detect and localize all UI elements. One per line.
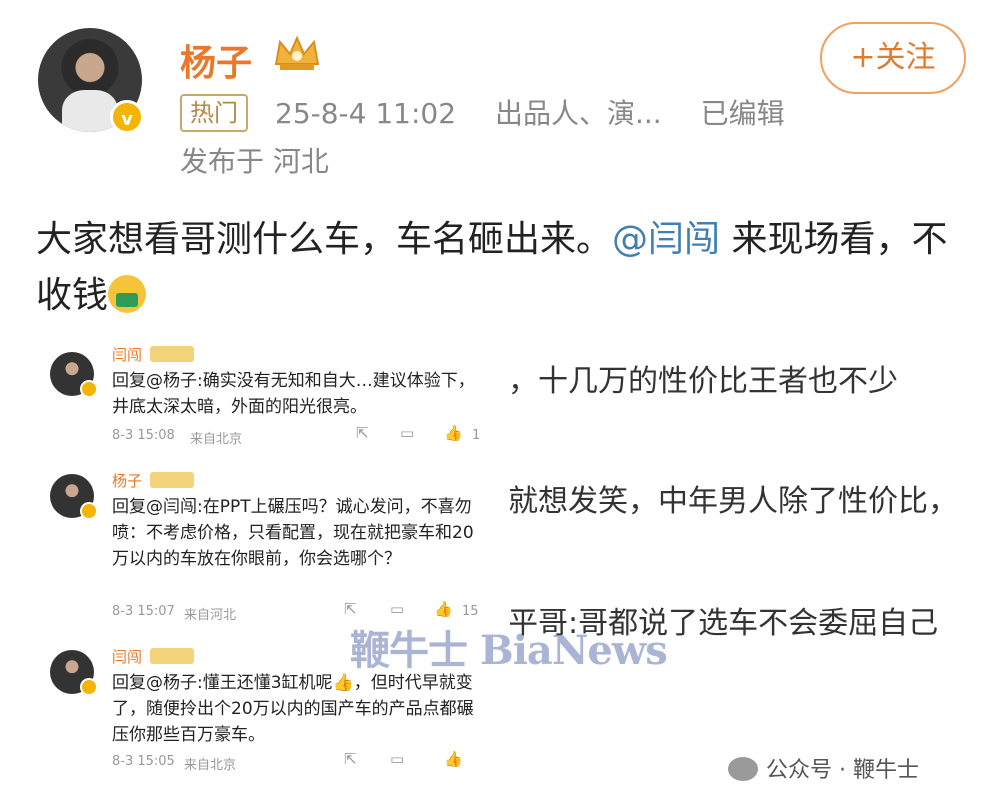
background-comment-line: 就想发笑，中年男人除了性价比， xyxy=(508,484,958,519)
comment-reply-icon[interactable]: ▭ xyxy=(400,424,414,442)
share-icon[interactable]: ⇱ xyxy=(356,424,369,442)
wechat-icon xyxy=(728,757,758,781)
share-icon[interactable]: ⇱ xyxy=(344,750,357,768)
verified-badge-icon xyxy=(80,678,98,696)
hot-tag-badge: 热门 xyxy=(180,94,248,132)
like-count: 1 xyxy=(472,428,481,443)
comment-time: 8-3 15:05 xyxy=(112,754,175,769)
verified-badge-icon xyxy=(80,380,98,398)
post-text-part1: 大家想看哥测什么车，车名砸出来。 xyxy=(36,219,613,260)
comment-author-name[interactable]: 杨子 xyxy=(112,470,142,491)
background-comment-line: ，十几万的性价比王者也不少 xyxy=(508,364,898,399)
like-icon[interactable]: 👍 xyxy=(444,424,463,442)
post-edited-label: 已编辑 xyxy=(700,97,785,130)
comment-time: 8-3 15:08 xyxy=(112,428,175,443)
share-icon[interactable]: ⇱ xyxy=(344,600,357,618)
wechat-watermark-text: 公众号 · 鞭牛士 xyxy=(766,758,919,783)
comment-time: 8-3 15:07 xyxy=(112,604,175,619)
verified-badge-icon: v xyxy=(110,100,144,134)
follow-button[interactable]: +关注 xyxy=(820,22,966,94)
level-badge-icon xyxy=(150,648,194,664)
wechat-watermark: 公众号 · 鞭牛士 xyxy=(728,752,919,784)
comment-text: 回复@闫闯:在PPT上碾压吗？诚心发问，不喜勿喷：不考虑价格，只看配置，现在就把… xyxy=(112,497,474,569)
verified-badge-icon xyxy=(80,502,98,520)
post-text: 大家想看哥测什么车，车名砸出来。@闫闯 来现场看，不收钱 xyxy=(36,212,966,324)
post-meta: 25-8-4 11:02 出品人、演... 已编辑 xyxy=(275,92,815,132)
comment-reply-icon[interactable]: ▭ xyxy=(390,750,404,768)
post-timestamp: 25-8-4 11:02 xyxy=(275,97,457,130)
comment-reply-icon[interactable]: ▭ xyxy=(390,600,404,618)
level-badge-icon xyxy=(150,472,194,488)
comments-overlay-panel: 闫闯 回复@杨子:确实没有无知和自大…建议体验下，井底太深太暗，外面的阳光很亮。… xyxy=(34,330,510,806)
comment-text: 回复@杨子:确实没有无知和自大…建议体验下，井底太深太暗，外面的阳光很亮。 xyxy=(112,371,475,417)
comment-text: 回复@杨子:懂王还懂3缸机呢👍，但时代早就变了，随便拎出个20万以内的国产车的产… xyxy=(112,673,474,745)
like-icon[interactable]: 👍 xyxy=(434,600,453,618)
comment-author-name[interactable]: 闫闯 xyxy=(112,344,142,365)
comment-location: 来自河北 xyxy=(184,608,237,623)
post-source: 出品人、演... xyxy=(494,97,662,130)
post-location: 发布于 河北 xyxy=(180,145,329,178)
like-icon[interactable]: 👍 xyxy=(444,750,463,768)
mention-link[interactable]: @闫闯 xyxy=(612,219,720,260)
level-badge-icon xyxy=(150,346,194,362)
comment-location: 来自北京 xyxy=(190,432,243,447)
watermark-logo: 鞭牛士 BiaNews xyxy=(350,627,668,674)
money-mouth-emoji-icon xyxy=(108,275,147,313)
comment-location: 来自北京 xyxy=(184,758,237,773)
like-count: 15 xyxy=(462,604,479,619)
author-name[interactable]: 杨子 xyxy=(180,34,252,86)
crown-icon xyxy=(274,35,320,70)
comment-author-name[interactable]: 闫闯 xyxy=(112,646,142,667)
